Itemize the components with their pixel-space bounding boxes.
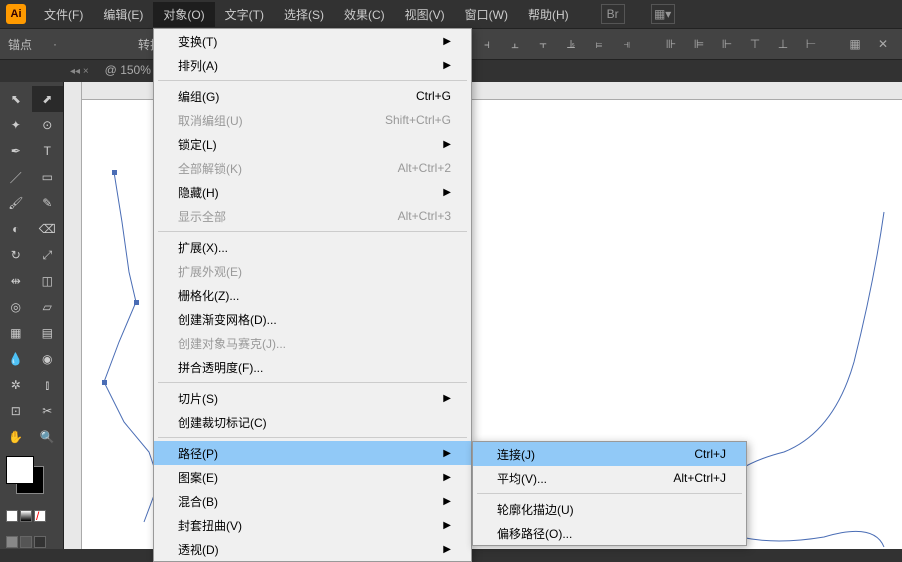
mini-swatch-none[interactable]: / xyxy=(34,510,46,522)
mini-swatch-gradient[interactable] xyxy=(20,510,32,522)
align-vcenter-icon[interactable]: ⫢ xyxy=(588,34,610,54)
align-left-icon[interactable]: ⫞ xyxy=(476,34,498,54)
menu-help[interactable]: 帮助(H) xyxy=(518,2,579,27)
align-right-icon[interactable]: ⫟ xyxy=(532,34,554,54)
lasso-tool-icon[interactable]: ⊙ xyxy=(32,112,64,138)
arrange-docs-icon[interactable]: ▦▾ xyxy=(651,4,675,24)
symbol-sprayer-tool-icon[interactable]: ✲ xyxy=(0,372,32,398)
menu-window[interactable]: 窗口(W) xyxy=(455,2,518,27)
menu-item[interactable]: 栅格化(Z)... xyxy=(154,283,471,307)
menu-item[interactable]: 变换(T)▶ xyxy=(154,29,471,53)
paintbrush-tool-icon[interactable]: 🖌 xyxy=(0,190,32,216)
selection-tool-icon[interactable]: ⬉ xyxy=(0,86,32,112)
menu-item[interactable]: 图案(E)▶ xyxy=(154,465,471,489)
slice-tool-icon[interactable]: ✂ xyxy=(32,398,64,424)
fill-swatch[interactable] xyxy=(6,456,34,484)
color-swatch[interactable]: / xyxy=(0,450,63,554)
screen-mode-normal-icon[interactable] xyxy=(6,536,18,548)
dist-h1-icon[interactable]: ⊪ xyxy=(660,34,682,54)
free-transform-tool-icon[interactable]: ◫ xyxy=(32,268,64,294)
align-bottom-icon[interactable]: ⫣ xyxy=(616,34,638,54)
menu-item[interactable]: 切片(S)▶ xyxy=(154,386,471,410)
dist-v2-icon[interactable]: ⊥ xyxy=(772,34,794,54)
menu-edit[interactable]: 编辑(E) xyxy=(93,2,153,27)
anchor-point[interactable] xyxy=(112,170,117,175)
rectangle-tool-icon[interactable]: ▭ xyxy=(32,164,64,190)
magic-wand-tool-icon[interactable]: ✦ xyxy=(0,112,32,138)
anchor-label: 锚点 xyxy=(8,36,32,53)
object-menu-dropdown: 变换(T)▶排列(A)▶ 编组(G)Ctrl+G取消编组(U)Shift+Ctrl… xyxy=(153,28,472,562)
artboard-tool-icon[interactable]: ⊡ xyxy=(0,398,32,424)
anchor-point[interactable] xyxy=(102,380,107,385)
blend-tool-icon[interactable]: ◉ xyxy=(32,346,64,372)
menu-effect[interactable]: 效果(C) xyxy=(334,2,395,27)
scale-tool-icon[interactable]: ⤢ xyxy=(32,242,64,268)
menu-item[interactable]: 编组(G)Ctrl+G xyxy=(154,84,471,108)
direct-selection-tool-icon[interactable]: ⬈ xyxy=(32,86,64,112)
tab-collapse-icon[interactable]: ◂◂ × xyxy=(64,66,95,77)
menu-item[interactable]: 平均(V)...Alt+Ctrl+J xyxy=(473,466,746,490)
menu-item[interactable]: 透视(D)▶ xyxy=(154,537,471,561)
dist-v3-icon[interactable]: ⊢ xyxy=(800,34,822,54)
path-left[interactable] xyxy=(104,172,159,522)
hand-tool-icon[interactable]: ✋ xyxy=(0,424,32,450)
menu-item[interactable]: 创建渐变网格(D)... xyxy=(154,307,471,331)
rotate-tool-icon[interactable]: ↻ xyxy=(0,242,32,268)
gradient-tool-icon[interactable]: ▤ xyxy=(32,320,64,346)
path-submenu: 连接(J)Ctrl+J平均(V)...Alt+Ctrl+J 轮廓化描边(U)偏移路… xyxy=(472,441,747,546)
anchor-dot-icon[interactable]: · xyxy=(44,34,66,54)
mesh-tool-icon[interactable]: ▦ xyxy=(0,320,32,346)
menu-item[interactable]: 拼合透明度(F)... xyxy=(154,355,471,379)
menu-item[interactable]: 排列(A)▶ xyxy=(154,53,471,77)
menu-item[interactable]: 锁定(L)▶ xyxy=(154,132,471,156)
menu-item[interactable]: 路径(P)▶ xyxy=(154,441,471,465)
line-tool-icon[interactable]: ／ xyxy=(0,164,32,190)
menubar: Ai 文件(F) 编辑(E) 对象(O) 文字(T) 选择(S) 效果(C) 视… xyxy=(0,0,902,28)
pencil-tool-icon[interactable]: ✎ xyxy=(32,190,64,216)
menu-item[interactable]: 创建裁切标记(C) xyxy=(154,410,471,434)
menu-file[interactable]: 文件(F) xyxy=(34,2,93,27)
menu-select[interactable]: 选择(S) xyxy=(274,2,334,27)
isolate-icon[interactable]: ✕ xyxy=(872,34,894,54)
align-top-icon[interactable]: ⫡ xyxy=(560,34,582,54)
eyedropper-tool-icon[interactable]: 💧 xyxy=(0,346,32,372)
menu-view[interactable]: 视图(V) xyxy=(395,2,455,27)
app-logo: Ai xyxy=(6,4,26,24)
shape-builder-tool-icon[interactable]: ◎ xyxy=(0,294,32,320)
menu-object[interactable]: 对象(O) xyxy=(153,2,214,27)
transform-icon[interactable]: ▦ xyxy=(844,34,866,54)
screen-mode-full-icon[interactable] xyxy=(20,536,32,548)
menu-item: 全部解锁(K)Alt+Ctrl+2 xyxy=(154,156,471,180)
anchor-point[interactable] xyxy=(134,300,139,305)
type-tool-icon[interactable]: T xyxy=(32,138,64,164)
tool-panel: ⬉⬈ ✦⊙ ✒T ／▭ 🖌✎ ◐⌫ ↻⤢ ⇹◫ ◎▱ ▦▤ 💧◉ ✲⫾ ⊡✂ ✋… xyxy=(0,82,64,549)
bridge-icon[interactable]: Br xyxy=(601,4,625,24)
menu-item[interactable]: 连接(J)Ctrl+J xyxy=(473,442,746,466)
eraser-tool-icon[interactable]: ⌫ xyxy=(32,216,64,242)
perspective-tool-icon[interactable]: ▱ xyxy=(32,294,64,320)
dist-v1-icon[interactable]: ⊤ xyxy=(744,34,766,54)
dist-h3-icon[interactable]: ⊩ xyxy=(716,34,738,54)
menu-item: 扩展外观(E) xyxy=(154,259,471,283)
blob-brush-tool-icon[interactable]: ◐ xyxy=(0,216,32,242)
menu-item[interactable]: 隐藏(H)▶ xyxy=(154,180,471,204)
zoom-tool-icon[interactable]: 🔍 xyxy=(32,424,64,450)
menu-item: 显示全部Alt+Ctrl+3 xyxy=(154,204,471,228)
mini-swatch-color[interactable] xyxy=(6,510,18,522)
menu-item[interactable]: 扩展(X)... xyxy=(154,235,471,259)
menu-type[interactable]: 文字(T) xyxy=(215,2,274,27)
pen-tool-icon[interactable]: ✒ xyxy=(0,138,32,164)
dist-h2-icon[interactable]: ⊫ xyxy=(688,34,710,54)
menu-item[interactable]: 混合(B)▶ xyxy=(154,489,471,513)
menu-item[interactable]: 封套扭曲(V)▶ xyxy=(154,513,471,537)
graph-tool-icon[interactable]: ⫾ xyxy=(32,372,64,398)
menu-item: 取消编组(U)Shift+Ctrl+G xyxy=(154,108,471,132)
menu-item[interactable]: 偏移路径(O)... xyxy=(473,521,746,545)
menu-item[interactable]: 轮廓化描边(U) xyxy=(473,497,746,521)
menu-item: 创建对象马赛克(J)... xyxy=(154,331,471,355)
align-hcenter-icon[interactable]: ⫠ xyxy=(504,34,526,54)
screen-mode-presentation-icon[interactable] xyxy=(34,536,46,548)
width-tool-icon[interactable]: ⇹ xyxy=(0,268,32,294)
